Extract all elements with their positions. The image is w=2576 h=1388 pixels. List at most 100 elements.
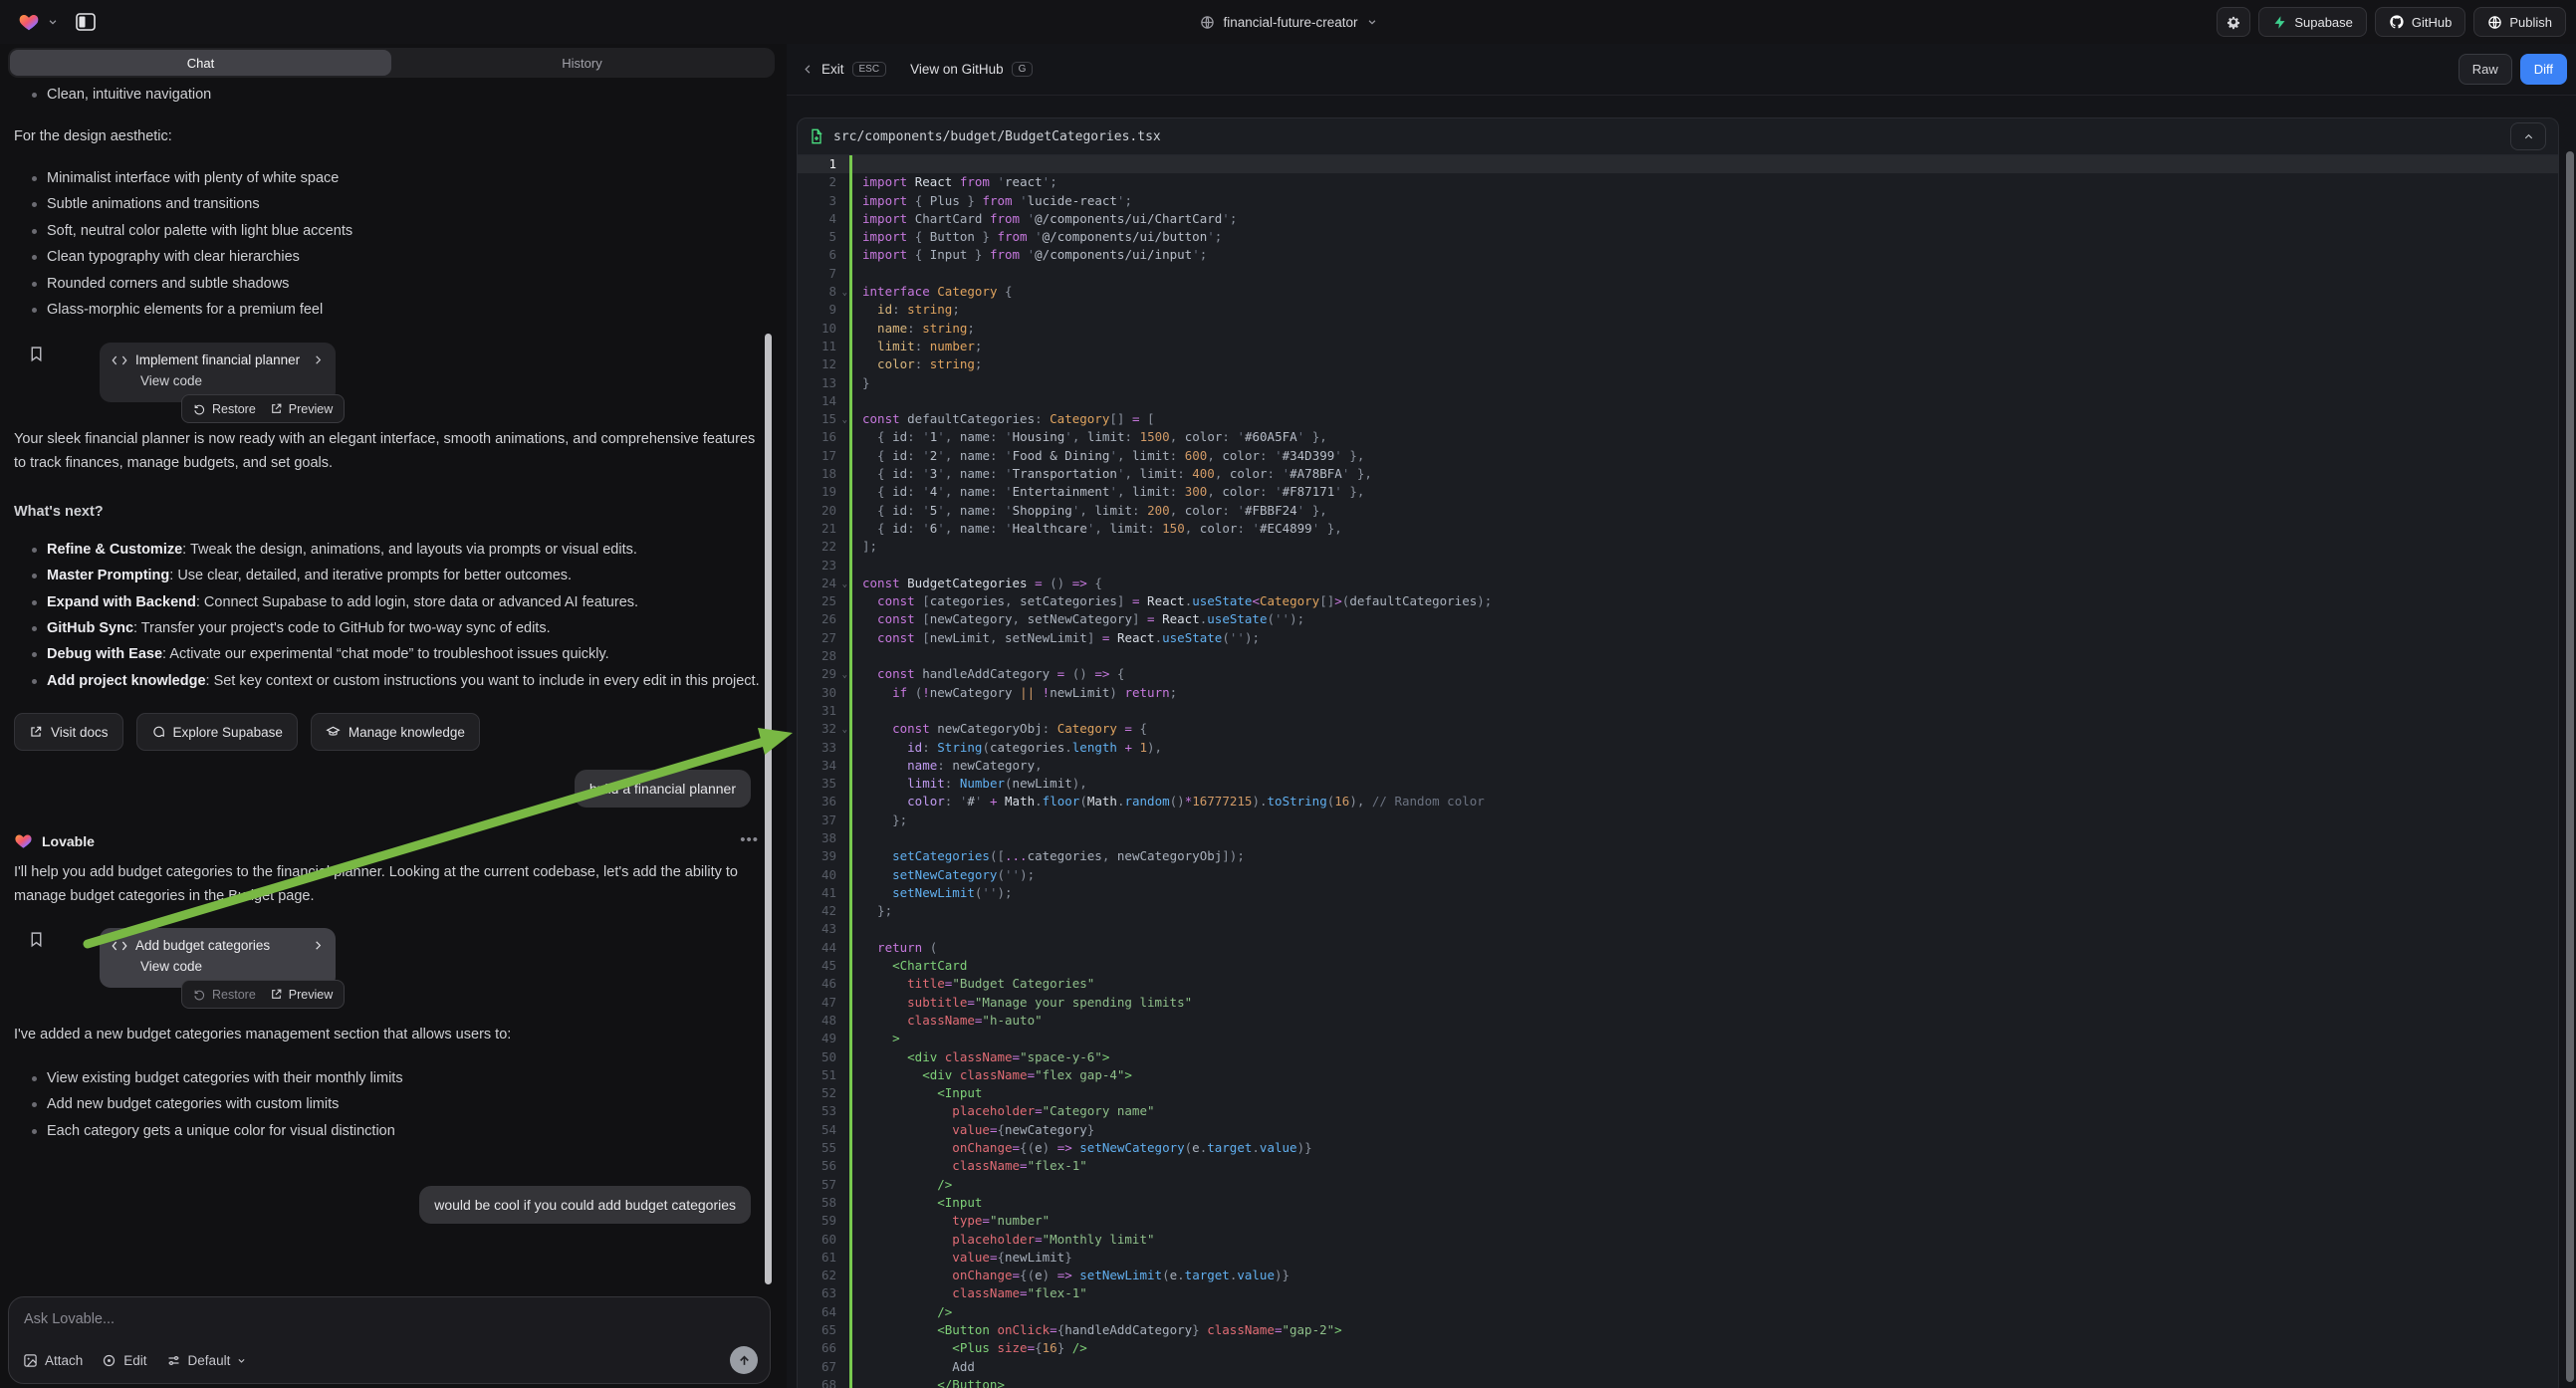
- code-line: 37 };: [798, 811, 2558, 829]
- fold-chevron-icon[interactable]: ⌄: [842, 721, 847, 739]
- tool-card-title: Add budget categories: [135, 938, 305, 953]
- code-line: 47 subtitle="Manage your spending limits…: [798, 994, 2558, 1012]
- exit-button[interactable]: Exit ESC: [803, 62, 886, 77]
- line-number: 59: [798, 1212, 849, 1230]
- code-panel: Exit ESC View on GitHub G Raw Diff src/c…: [787, 44, 2576, 1388]
- fold-chevron-icon[interactable]: ⌄: [842, 284, 847, 302]
- code-line: 4import ChartCard from '@/components/ui/…: [798, 210, 2558, 228]
- code-text: [849, 155, 862, 173]
- raw-toggle-button[interactable]: Raw: [2459, 54, 2512, 85]
- code-line: 51 <div className="flex gap-4">: [798, 1066, 2558, 1084]
- preview-label: Preview: [289, 402, 333, 416]
- manage-knowledge-button[interactable]: Manage knowledge: [311, 713, 480, 751]
- code-text: setCategories([...categories, newCategor…: [849, 847, 1245, 865]
- user-message-bubble: build a financial planner: [575, 770, 751, 808]
- github-button[interactable]: GitHub: [2375, 7, 2465, 37]
- bookmark-icon[interactable]: [28, 346, 45, 362]
- code-line: 12 color: string;: [798, 355, 2558, 373]
- edit-mode-button[interactable]: Edit: [102, 1353, 146, 1368]
- code-line: 46 title="Budget Categories": [798, 975, 2558, 993]
- item-label: Refine & Customize: [47, 542, 182, 558]
- tab-chat[interactable]: Chat: [10, 50, 391, 76]
- view-on-github-button[interactable]: View on GitHub G: [910, 62, 1033, 77]
- code-line: 9 id: string;: [798, 301, 2558, 319]
- code-line: 29⌄ const handleAddCategory = () => {: [798, 665, 2558, 683]
- lovable-logo-heart-icon[interactable]: [18, 11, 40, 33]
- item-text: : Activate our experimental “chat mode” …: [162, 646, 609, 662]
- code-text: type="number": [849, 1212, 1050, 1230]
- code-text: }: [849, 374, 870, 392]
- diff-toggle-button[interactable]: Diff: [2520, 54, 2567, 85]
- code-line: 3import { Plus } from 'lucide-react';: [798, 192, 2558, 210]
- code-text: { id: '3', name: 'Transportation', limit…: [849, 465, 1372, 483]
- publish-button[interactable]: Publish: [2473, 7, 2566, 37]
- project-name: financial-future-creator: [1223, 15, 1357, 30]
- code-text: id: string;: [849, 301, 960, 319]
- tab-history[interactable]: History: [391, 50, 773, 76]
- line-number: 65: [798, 1321, 849, 1339]
- project-switcher[interactable]: financial-future-creator: [1199, 15, 1376, 30]
- chat-message-list[interactable]: Clean, intuitive navigation For the desi…: [0, 82, 769, 1292]
- chat-scrollbar[interactable]: [765, 334, 772, 1284]
- code-line: 42 };: [798, 902, 2558, 920]
- line-number: 3: [798, 192, 849, 210]
- code-text: name: newCategory,: [849, 757, 1043, 775]
- send-button[interactable]: [730, 1346, 758, 1374]
- code-text: import { Input } from '@/components/ui/i…: [849, 246, 1207, 264]
- intro-bullet-list: Clean, intuitive navigation: [14, 82, 769, 108]
- code-lines: 12import React from 'react';3import { Pl…: [798, 155, 2558, 1388]
- view-code-link[interactable]: View code: [140, 959, 324, 974]
- explore-supabase-button[interactable]: Explore Supabase: [136, 713, 298, 751]
- line-number: 18: [798, 465, 849, 483]
- chevron-right-icon[interactable]: [313, 354, 324, 365]
- visit-docs-button[interactable]: Visit docs: [14, 713, 123, 751]
- code-line: 53 placeholder="Category name": [798, 1102, 2558, 1120]
- fold-chevron-icon[interactable]: ⌄: [842, 666, 847, 684]
- code-line: 24⌄const BudgetCategories = () => {: [798, 575, 2558, 592]
- code-editor[interactable]: 12import React from 'react';3import { Pl…: [798, 155, 2558, 1388]
- composer-input[interactable]: Ask Lovable...: [24, 1311, 115, 1327]
- features-bullet-list: View existing budget categories with the…: [14, 1065, 769, 1144]
- composer[interactable]: Ask Lovable... Attach Edit: [8, 1296, 771, 1384]
- collapse-file-button[interactable]: [2510, 122, 2546, 150]
- settings-button[interactable]: [2217, 7, 2250, 37]
- tool-card-add-budget-categories[interactable]: Add budget categories View code: [100, 928, 336, 988]
- code-line: 34 name: newCategory,: [798, 757, 2558, 775]
- code-line: 16 { id: '1', name: 'Housing', limit: 15…: [798, 428, 2558, 446]
- restore-button[interactable]: Restore: [193, 402, 256, 416]
- publish-globe-icon: [2487, 15, 2502, 30]
- toggle-sidebar-icon[interactable]: [74, 10, 98, 34]
- bookmark-icon[interactable]: [28, 931, 45, 948]
- code-text: const BudgetCategories = () => {: [849, 575, 1102, 592]
- file-header[interactable]: src/components/budget/BudgetCategories.t…: [798, 118, 2558, 155]
- line-number: 46: [798, 975, 849, 993]
- code-text: className="flex-1": [849, 1284, 1087, 1302]
- model-selector[interactable]: Default: [166, 1353, 247, 1368]
- attach-button[interactable]: Attach: [23, 1353, 83, 1368]
- preview-button[interactable]: Preview: [270, 988, 333, 1002]
- line-number: 7: [798, 265, 849, 283]
- restore-button[interactable]: Restore: [193, 988, 256, 1002]
- message-options-icon[interactable]: •••: [740, 831, 759, 848]
- code-text: const [newLimit, setNewLimit] = React.us…: [849, 629, 1260, 647]
- line-number: 16: [798, 428, 849, 446]
- code-line: 7: [798, 265, 2558, 283]
- line-number: 32⌄: [798, 720, 849, 738]
- fold-chevron-icon[interactable]: ⌄: [842, 411, 847, 429]
- attach-label: Attach: [45, 1353, 83, 1368]
- logo-chevron-down-icon[interactable]: [48, 17, 58, 27]
- code-text: Add: [849, 1358, 975, 1376]
- line-number: 54: [798, 1121, 849, 1139]
- external-link-icon: [270, 402, 283, 415]
- supabase-button[interactable]: Supabase: [2258, 7, 2367, 37]
- tool-card-implement-financial-planner[interactable]: Implement financial planner View code: [100, 343, 336, 402]
- view-code-link[interactable]: View code: [140, 373, 324, 388]
- code-scrollbar[interactable]: [2566, 151, 2574, 1382]
- list-item: Minimalist interface with plenty of whit…: [34, 165, 769, 191]
- code-text: [849, 392, 862, 410]
- fold-chevron-icon[interactable]: ⌄: [842, 576, 847, 593]
- preview-button[interactable]: Preview: [270, 402, 333, 416]
- line-number: 51: [798, 1066, 849, 1084]
- chevron-right-icon[interactable]: [313, 940, 324, 951]
- list-item: GitHub Sync: Transfer your project's cod…: [34, 615, 769, 641]
